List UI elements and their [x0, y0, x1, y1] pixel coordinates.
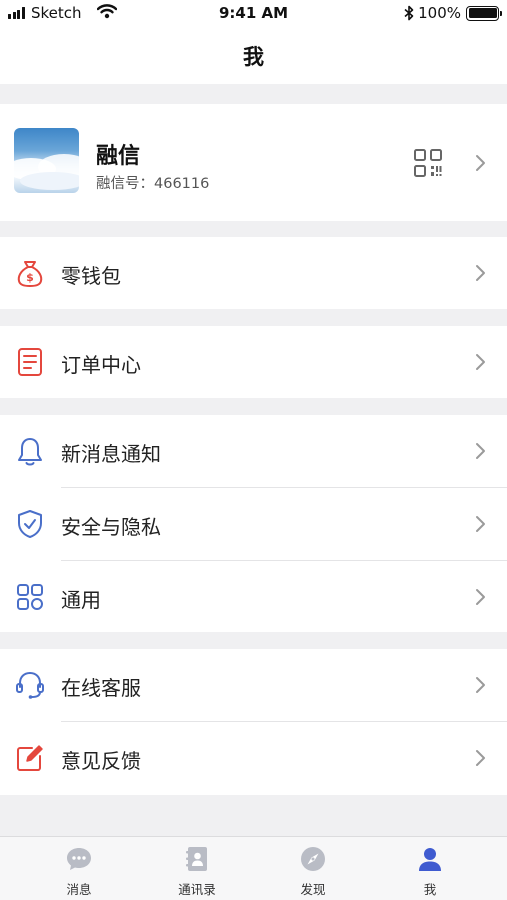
- compass-icon: [301, 847, 325, 871]
- grid-icon: [17, 584, 43, 610]
- menu-item-label: 零钱包: [61, 264, 121, 288]
- tab-label: 我: [423, 882, 437, 897]
- profile-account-id: 融信号：466116: [96, 176, 210, 192]
- chevron-right-icon: [476, 750, 485, 766]
- chevron-right-icon: [476, 677, 485, 693]
- menu-item-label: 安全与隐私: [61, 515, 161, 539]
- chat-bubble-icon: [67, 848, 91, 870]
- settings-section: 新消息通知 安全与隐私 通用: [0, 415, 507, 632]
- menu-item-wallet[interactable]: $ 零钱包: [0, 237, 507, 309]
- menu-item-customer-service[interactable]: 在线客服: [0, 649, 507, 721]
- contacts-book-icon: [186, 847, 207, 871]
- tab-bar: 消息 通讯录 发现 我: [0, 836, 507, 900]
- chevron-right-icon: [476, 516, 485, 532]
- tab-discover[interactable]: 发现: [250, 837, 376, 900]
- tab-messages[interactable]: 消息: [16, 837, 142, 900]
- chevron-right-icon: [476, 155, 485, 171]
- bluetooth-icon: [404, 5, 414, 21]
- money-bag-icon: $: [17, 261, 43, 287]
- headset-icon: [16, 671, 44, 699]
- nav-bar: 我: [0, 28, 507, 84]
- page-title: 我: [243, 45, 264, 69]
- orders-section: 订单中心: [0, 326, 507, 398]
- qr-code-icon[interactable]: [412, 147, 444, 179]
- menu-item-notifications[interactable]: 新消息通知: [0, 415, 507, 487]
- tab-label: 通讯录: [178, 882, 216, 897]
- tab-label: 消息: [66, 882, 92, 897]
- menu-item-label: 新消息通知: [61, 442, 161, 466]
- menu-item-feedback[interactable]: 意见反馈: [0, 722, 507, 794]
- chevron-right-icon: [476, 265, 485, 281]
- tab-contacts[interactable]: 通讯录: [134, 837, 260, 900]
- status-right-group: 100%: [404, 4, 502, 22]
- menu-item-general[interactable]: 通用: [0, 561, 507, 633]
- shield-icon: [18, 510, 42, 538]
- menu-item-label: 在线客服: [61, 676, 141, 700]
- battery-percent: 100%: [418, 4, 461, 22]
- edit-feedback-icon: [17, 745, 43, 771]
- menu-item-orders[interactable]: 订单中心: [0, 326, 507, 398]
- tab-label: 发现: [300, 882, 326, 897]
- tab-me[interactable]: 我: [367, 837, 493, 900]
- battery-fill: [468, 8, 497, 18]
- chevron-right-icon: [476, 354, 485, 370]
- chevron-right-icon: [476, 589, 485, 605]
- person-icon: [419, 848, 441, 871]
- order-list-icon: [18, 348, 42, 376]
- bell-icon: [18, 438, 42, 466]
- menu-item-label: 订单中心: [61, 353, 141, 377]
- menu-item-label: 意见反馈: [61, 749, 141, 773]
- svg-text:$: $: [26, 271, 34, 284]
- wallet-section: $ 零钱包: [0, 237, 507, 309]
- support-section: 在线客服 意见反馈: [0, 649, 507, 795]
- status-bar: Sketch 9:41 AM 100%: [0, 0, 507, 28]
- profile-card[interactable]: 融信 融信号：466116: [0, 104, 507, 221]
- chevron-right-icon: [476, 443, 485, 459]
- profile-name: 融信: [96, 144, 141, 169]
- menu-item-security[interactable]: 安全与隐私: [0, 488, 507, 560]
- avatar[interactable]: [14, 128, 79, 193]
- menu-item-label: 通用: [61, 588, 101, 612]
- battery-icon: [466, 5, 502, 21]
